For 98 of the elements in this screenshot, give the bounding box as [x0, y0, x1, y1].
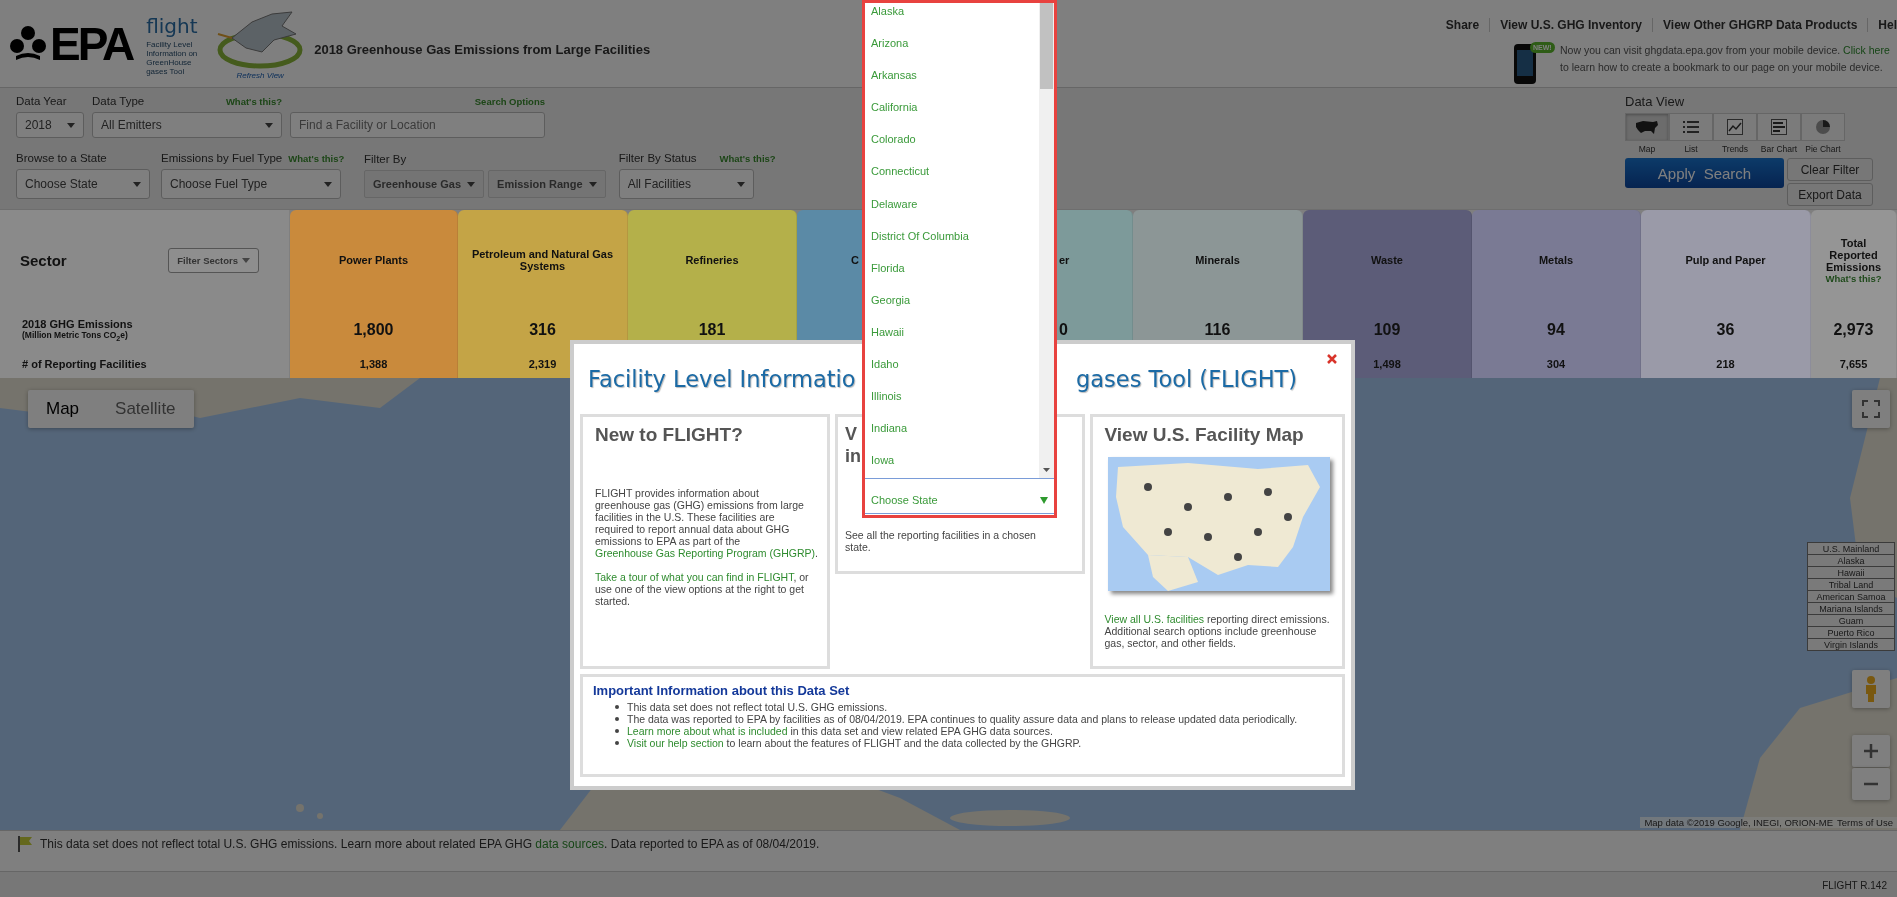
us-map-icon [1635, 119, 1659, 135]
sector-header[interactable]: Refineries [628, 210, 797, 310]
field-label: Data Year [16, 95, 67, 107]
sector-header[interactable]: Waste [1303, 210, 1472, 310]
flag-icon [16, 834, 34, 853]
search-field[interactable]: Find a Facility or Location [290, 112, 545, 138]
year-select[interactable]: 2018 [16, 112, 84, 138]
table-cell: 218 [1641, 350, 1811, 378]
refresh-link[interactable]: Refresh View [236, 70, 284, 80]
state-select[interactable]: Choose State [16, 169, 150, 199]
list-icon [1683, 120, 1699, 134]
dropdown-option[interactable]: Hawaii [871, 325, 904, 338]
table-cell: 1,388 [290, 350, 458, 378]
view-button[interactable] [1625, 113, 1669, 141]
dropdown-option[interactable]: Delaware [871, 197, 918, 210]
status-text: This data set does not reflect total U.S. GHG emissions. Learn more about related EPA GHG data sources. Data reported to EPA as of 08/04/2019. [40, 836, 820, 851]
scrollbar[interactable] [1039, 3, 1054, 478]
dropdown-option[interactable]: California [871, 101, 918, 114]
dropdown-option[interactable]: Arizona [871, 37, 909, 50]
text-link[interactable]: Click here [1843, 44, 1890, 56]
view-caption: Pie Chart [1805, 144, 1841, 154]
status-select[interactable]: All Facilities [618, 169, 754, 199]
view-button[interactable] [1713, 113, 1757, 141]
header-link[interactable]: View Other GHGRP Data Products [1652, 18, 1868, 32]
dropdown-option[interactable]: Alaska [871, 5, 905, 17]
row-label: # of Reporting Facilities [0, 350, 290, 378]
help-link[interactable]: What's this? [288, 152, 345, 164]
table-cell: 94 [1472, 310, 1641, 350]
caret-icon [324, 181, 332, 187]
mobile-notice-text: Now you can visit ghgdata.epa.gov from your mobile device. Click here to learn how to create a bookmark to our page on your mobile device. [1560, 43, 1891, 75]
table-cell: 2,973 [1811, 310, 1897, 350]
sector-header[interactable]: Metals [1472, 210, 1641, 310]
field-label: Browse to a State [16, 152, 107, 164]
table-cell: 304 [1472, 350, 1641, 378]
caret-icon [736, 181, 745, 187]
header-link[interactable]: View U.S. GHG Inventory [1489, 18, 1653, 32]
line-chart-icon [1727, 119, 1743, 135]
header-link[interactable]: Share [1435, 18, 1490, 32]
close-icon[interactable] [1327, 354, 1337, 364]
filter-dropdown-button[interactable]: Emission Range [488, 170, 606, 198]
dropdown-option[interactable]: Idaho [871, 358, 899, 371]
pie-chart-icon [1815, 119, 1831, 135]
field-label: Filter By Status [618, 152, 697, 164]
caret-icon [67, 122, 75, 128]
view-caption: Map [1638, 144, 1656, 154]
unit-label: (Million Metric Tons CO$_{2}$e) [22, 329, 129, 343]
help-link[interactable]: What's this? [1825, 272, 1882, 284]
view-caption: Trends [1721, 144, 1749, 154]
logo-text: EPA [50, 16, 133, 71]
dropdown-option[interactable]: Connecticut [871, 165, 930, 178]
caret-icon [588, 181, 597, 187]
field-label: Data Type [92, 95, 145, 107]
help-link[interactable]: What's this? [225, 95, 282, 107]
field-label: Filter By [364, 153, 407, 165]
table-cell: 1,800 [290, 310, 458, 350]
view-caption: Bar Chart [1760, 144, 1798, 154]
sector-header[interactable]: Petroleum and Natural Gas Systems [458, 210, 628, 310]
view-caption: List [1684, 144, 1698, 154]
table-header: Total Reported Emissions [1825, 236, 1882, 273]
search-options-link[interactable]: Search Options [474, 95, 545, 107]
dropdown-option[interactable]: Florida [871, 261, 905, 274]
help-link[interactable]: What's this? [719, 152, 776, 164]
bar-chart-icon [1771, 119, 1787, 135]
table-header: Sector [20, 251, 67, 269]
filter-dropdown-button[interactable]: Greenhouse Gas [364, 170, 485, 198]
sector-header[interactable]: Power Plants [290, 210, 458, 310]
table-cell: 36 [1641, 310, 1811, 350]
apply-search-button[interactable]: Apply Search [1625, 158, 1784, 188]
dropdown-option[interactable]: Georgia [871, 293, 911, 306]
sector-header[interactable]: Minerals [1133, 210, 1303, 310]
view-button[interactable] [1801, 113, 1845, 141]
sector-header[interactable]: Pulp and Paper [1641, 210, 1811, 310]
dropdown-option[interactable]: Colorado [871, 133, 916, 146]
header-link[interactable]: Hel [1867, 18, 1897, 32]
table-cell: 316 [458, 310, 628, 350]
app-tagline: Facility Level Information on GreenHouse gases Tool [146, 39, 199, 76]
view-button[interactable] [1669, 113, 1713, 141]
app-logo-text: flight [146, 12, 199, 40]
export-data-button[interactable]: Export Data [1787, 183, 1873, 206]
dropdown-option[interactable]: District Of Columbia [871, 229, 969, 242]
caret-icon [467, 181, 476, 187]
caret-icon [242, 257, 250, 263]
scrollbar-thumb[interactable] [1040, 3, 1053, 89]
clear-filter-button[interactable]: Clear Filter [1787, 158, 1873, 181]
view-button[interactable] [1757, 113, 1801, 141]
table-cell: 7,655 [1811, 350, 1897, 378]
filter-sectors-button[interactable]: Filter Sectors [168, 247, 259, 273]
page-title: 2018 Greenhouse Gas Emissions from Large Facilities [314, 42, 651, 57]
data-view-label: Data View [1625, 94, 1685, 109]
dropdown-option[interactable]: Arkansas [871, 69, 917, 82]
row-label: 2018 GHG Emissions [22, 317, 133, 330]
data-type-select[interactable]: All Emitters [92, 112, 282, 138]
field-label: Emissions by Fuel Type [161, 152, 283, 164]
caret-icon [265, 122, 273, 128]
table-cell: 109 [1303, 310, 1472, 350]
fuel-type-select[interactable]: Choose Fuel Type [161, 169, 341, 199]
version-label: FLIGHT R.142 [1822, 880, 1887, 891]
caret-icon [133, 181, 141, 187]
